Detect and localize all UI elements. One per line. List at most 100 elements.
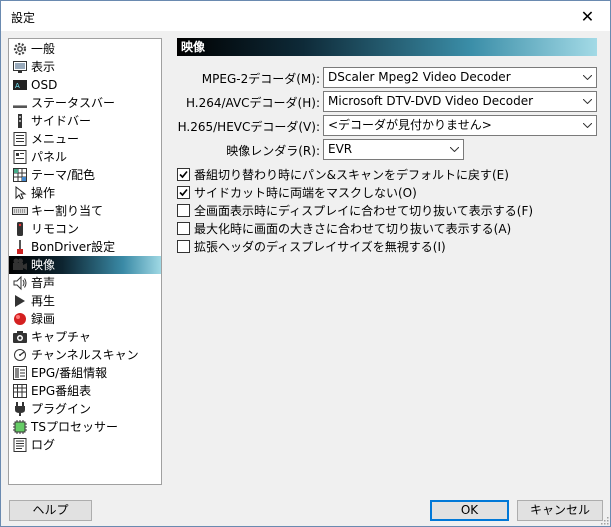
sidebar-item[interactable]: A OSD [9,76,161,94]
ignore-display-size-label: 拡張ヘッダのディスプレイサイズを無視する(I) [194,240,446,254]
mpeg2-decoder-value: DScaler Mpeg2 Video Decoder [328,70,511,84]
checkbox-box[interactable] [177,222,190,235]
ts-processor-icon [12,419,28,435]
chevron-down-icon[interactable] [579,92,596,111]
sidebar-item[interactable]: 一般 [9,40,161,58]
sidebar-item[interactable]: リモコン [9,220,161,238]
side-cut-mask-checkbox[interactable]: サイドカット時に両端をマスクしない(O) [177,185,417,202]
h265-decoder-select[interactable]: <デコーダが見付かりません> [323,115,597,136]
section-title: 映像 [177,38,597,56]
display-icon [12,59,28,75]
gear-icon [12,41,28,57]
play-icon [12,293,28,309]
keyboard-icon [12,203,28,219]
menu-icon [12,131,28,147]
remote-icon [12,221,28,237]
h264-decoder-select[interactable]: Microsoft DTV-DVD Video Decoder [323,91,597,112]
sidebar-item[interactable]: ステータスバー [9,94,161,112]
checkbox-box[interactable] [177,168,190,181]
sidebar-item-label: 表示 [31,60,56,74]
ok-button[interactable]: OK [430,500,509,521]
mpeg2-decoder-select[interactable]: DScaler Mpeg2 Video Decoder [323,67,597,88]
sidebar-item[interactable]: 操作 [9,184,161,202]
checkbox-box[interactable] [177,204,190,217]
checkbox-box[interactable] [177,240,190,253]
pan-scan-reset-label: 番組切り替わり時にパン&スキャンをデフォルトに戻す(E) [194,168,509,182]
sidebar-item[interactable]: 録画 [9,310,161,328]
plugin-icon [12,401,28,417]
sidebar-item-label: キャプチャ [31,330,91,344]
sidebar-item[interactable]: BonDriver設定 [9,238,161,256]
sidebar-item[interactable]: EPG番組表 [9,382,161,400]
cancel-button[interactable]: キャンセル [517,500,603,521]
sidebar-item-label: 録画 [31,312,56,326]
speaker-icon [12,275,28,291]
sidebar-item[interactable]: 表示 [9,58,161,76]
record-icon [12,311,28,327]
sidebar-item[interactable]: キャプチャ [9,328,161,346]
mpeg2-decoder-row: MPEG-2デコーダ(M): [177,67,320,88]
theme-icon [12,167,28,183]
svg-text:A: A [15,82,20,90]
sidebar-item[interactable]: メニュー [9,130,161,148]
chevron-down-icon[interactable] [579,116,596,135]
sidebar-item[interactable]: サイドバー [9,112,161,130]
fullscreen-crop-label: 全画面表示時にディスプレイに合わせて切り抜いて表示する(F) [194,204,534,218]
sidebar-item[interactable]: 音声 [9,274,161,292]
operation-icon [12,185,28,201]
maximize-crop-checkbox[interactable]: 最大化時に画面の大きさに合わせて切り抜いて表示する(A) [177,221,511,238]
sidebar-item-label: キー割り当て [31,204,104,218]
h264-decoder-row: H.264/AVCデコーダ(H): [177,91,320,112]
side-cut-mask-label: サイドカット時に両端をマスクしない(O) [194,186,417,200]
sidebar-item-label: チャンネルスキャン [31,348,139,362]
sidebar-item[interactable]: テーマ/配色 [9,166,161,184]
fullscreen-crop-checkbox[interactable]: 全画面表示時にディスプレイに合わせて切り抜いて表示する(F) [177,203,533,220]
sidebar-item[interactable]: ログ [9,436,161,454]
pan-scan-reset-checkbox[interactable]: 番組切り替わり時にパン&スキャンをデフォルトに戻す(E) [177,167,509,184]
sidebar-item-label: ステータスバー [31,96,116,110]
renderer-select[interactable]: EVR [323,139,464,160]
sidebar-item[interactable]: 映像 [9,256,161,274]
sidebar-item-label: OSD [31,78,58,92]
sidebar-item-label: EPG/番組情報 [31,366,108,380]
close-button[interactable]: ✕ [565,1,610,31]
renderer-value: EVR [328,142,353,156]
sidebar-item-label: パネル [31,150,68,164]
sidebar-item-label: EPG番組表 [31,384,92,398]
epg-table-icon [12,383,28,399]
sidebar-item[interactable]: プラグイン [9,400,161,418]
sidebar-item-label: 音声 [31,276,56,290]
sidebar-item-label: リモコン [31,222,80,236]
title-bar: 設定 ✕ [1,1,610,31]
settings-category-list[interactable]: 一般表示 A OSD ステータスバーサイドバーメニューパネルテーマ/配色 操作キー割り当… [8,38,162,485]
bondriver-icon [12,239,28,255]
sidebar-item[interactable]: キー割り当て [9,202,161,220]
sidebar-icon [12,113,28,129]
sidebar-item[interactable]: チャンネルスキャン [9,346,161,364]
sidebar-item-label: TSプロセッサー [31,420,118,434]
panel-icon [12,149,28,165]
close-icon: ✕ [580,6,595,26]
h265-decoder-label: H.265/HEVCデコーダ(V): [177,120,320,134]
sidebar-item-label: 操作 [31,186,56,200]
help-button[interactable]: ヘルプ [9,500,92,521]
sidebar-item-label: プラグイン [31,402,92,416]
camera-icon [12,329,28,345]
h265-decoder-row: H.265/HEVCデコーダ(V): [177,115,320,136]
sidebar-item-label: テーマ/配色 [31,168,96,182]
osd-icon: A [12,77,28,93]
chevron-down-icon[interactable] [446,140,463,159]
statusbar-icon [12,95,28,111]
sidebar-item-label: メニュー [31,132,80,146]
settings-dialog: 設定 ✕ 一般表示 A OSD ステータスバーサイドバーメニューパネルテーマ/配色 操作… [0,0,611,527]
chevron-down-icon[interactable] [579,68,596,87]
resize-grip-icon[interactable] [599,515,609,525]
ignore-display-size-checkbox[interactable]: 拡張ヘッダのディスプレイサイズを無視する(I) [177,239,446,256]
sidebar-item[interactable]: パネル [9,148,161,166]
h264-decoder-value: Microsoft DTV-DVD Video Decoder [328,94,534,108]
checkbox-box[interactable] [177,186,190,199]
sidebar-item[interactable]: EPG/番組情報 [9,364,161,382]
sidebar-item[interactable]: TSプロセッサー [9,418,161,436]
sidebar-item[interactable]: 再生 [9,292,161,310]
renderer-row: 映像レンダラ(R): [177,139,320,160]
